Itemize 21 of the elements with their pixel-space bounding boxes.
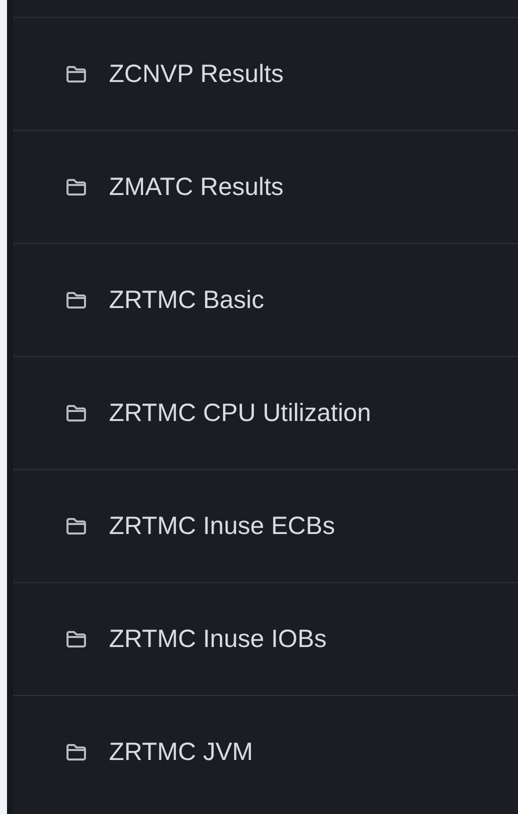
- folder-item[interactable]: ZRTMC CPU Utilization: [13, 356, 518, 469]
- folder-item[interactable]: ZRTMC JVM: [13, 695, 518, 808]
- folder-item[interactable]: ZCNVP Results: [13, 17, 518, 130]
- folder-item[interactable]: ZRTMC Inuse IOBs: [13, 582, 518, 695]
- folder-icon: [65, 630, 87, 648]
- folder-icon: [65, 64, 87, 84]
- folder-icon: [65, 178, 87, 196]
- folder-name: ZMATC Results: [109, 172, 284, 202]
- folder-item[interactable]: ZRTMC Basic: [13, 243, 518, 356]
- folder-name: ZRTMC CPU Utilization: [109, 398, 372, 428]
- folder-icon: [65, 742, 87, 762]
- folder-icon: [65, 290, 87, 310]
- folder-item[interactable]: ZMATC Results: [13, 130, 518, 243]
- folder-name: ZRTMC Basic: [109, 286, 264, 314]
- folder-name: ZCNVP Results: [109, 60, 284, 88]
- folder-icon: [65, 516, 87, 536]
- folder-name: ZRTMC Inuse IOBs: [109, 624, 327, 654]
- folder-icon: [65, 404, 87, 422]
- folder-name: ZRTMC Inuse ECBs: [109, 512, 335, 540]
- folder-item[interactable]: ZRTMC Inuse ECBs: [13, 469, 518, 582]
- folder-name: ZRTMC JVM: [109, 738, 253, 766]
